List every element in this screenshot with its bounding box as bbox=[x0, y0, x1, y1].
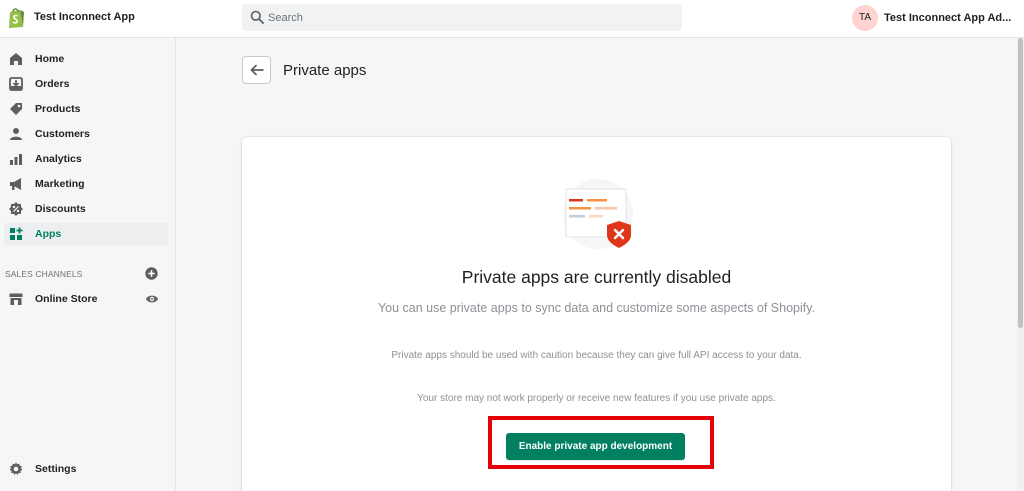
top-bar: Test Inconnect App TA Test Inconnect App… bbox=[0, 0, 1024, 38]
sidebar-item-online-store[interactable]: Online Store bbox=[4, 288, 168, 310]
sidebar-item-label: Settings bbox=[35, 463, 77, 475]
tag-icon bbox=[10, 103, 22, 115]
sidebar-item-label: Home bbox=[35, 53, 65, 65]
home-icon bbox=[10, 53, 22, 65]
sidebar-item-home[interactable]: Home bbox=[4, 48, 168, 70]
orders-icon bbox=[9, 77, 23, 91]
sidebar-item-label: Online Store bbox=[35, 293, 98, 305]
page-title: Private apps bbox=[283, 62, 367, 79]
user-menu[interactable]: TA Test Inconnect App Ad... bbox=[852, 5, 1018, 31]
search-bar[interactable] bbox=[242, 4, 682, 31]
back-button[interactable] bbox=[242, 56, 271, 84]
person-icon bbox=[10, 128, 22, 140]
sidebar-item-label: Orders bbox=[35, 78, 70, 90]
disabled-apps-illustration bbox=[563, 179, 633, 249]
sidebar-item-label: Discounts bbox=[35, 203, 86, 215]
sidebar-item-label: Apps bbox=[35, 228, 62, 240]
store-icon bbox=[9, 293, 23, 305]
sidebar: Home Orders Products Customers Analytics bbox=[0, 38, 176, 491]
sidebar-item-customers[interactable]: Customers bbox=[4, 123, 168, 145]
empty-state-heading: Private apps are currently disabled bbox=[461, 267, 732, 287]
sidebar-item-orders[interactable]: Orders bbox=[4, 73, 168, 95]
sidebar-item-label: Products bbox=[35, 103, 81, 115]
sidebar-item-analytics[interactable]: Analytics bbox=[4, 148, 168, 170]
sales-channels-heading: SALES CHANNELS bbox=[5, 269, 83, 279]
gear-icon bbox=[9, 462, 23, 475]
sidebar-item-label: Analytics bbox=[35, 153, 82, 165]
caution-note: Private apps should be used with caution… bbox=[391, 350, 802, 361]
bar-chart-icon bbox=[10, 154, 22, 165]
scrollbar-thumb[interactable] bbox=[1018, 38, 1023, 328]
sidebar-item-discounts[interactable]: Discounts bbox=[4, 198, 168, 220]
empty-state-card: Private apps are currently disabled You … bbox=[242, 137, 951, 491]
empty-state-description: You can use private apps to sync data an… bbox=[377, 301, 816, 315]
store-warning-note: Your store may not work properly or rece… bbox=[417, 393, 776, 404]
discount-icon bbox=[9, 202, 23, 216]
sidebar-item-settings[interactable]: Settings bbox=[4, 458, 168, 480]
eye-icon[interactable] bbox=[145, 293, 159, 305]
scrollbar[interactable] bbox=[1017, 38, 1024, 491]
sidebar-item-label: Marketing bbox=[35, 178, 85, 190]
arrow-left-icon bbox=[250, 64, 264, 76]
megaphone-icon bbox=[10, 178, 21, 190]
sidebar-item-marketing[interactable]: Marketing bbox=[4, 173, 168, 195]
search-icon bbox=[250, 10, 264, 24]
apps-icon bbox=[10, 227, 23, 240]
enable-private-app-development-button[interactable]: Enable private app development bbox=[506, 433, 685, 460]
add-circle-icon[interactable] bbox=[145, 267, 158, 280]
sidebar-item-label: Customers bbox=[35, 128, 90, 140]
sidebar-item-apps[interactable]: Apps bbox=[4, 223, 168, 245]
search-input[interactable] bbox=[268, 4, 668, 31]
store-name[interactable]: Test Inconnect App bbox=[34, 11, 135, 23]
shopify-logo[interactable] bbox=[7, 7, 25, 29]
user-name[interactable]: Test Inconnect App Ad... bbox=[884, 12, 1018, 24]
sidebar-item-products[interactable]: Products bbox=[4, 98, 168, 120]
avatar[interactable]: TA bbox=[852, 5, 878, 31]
